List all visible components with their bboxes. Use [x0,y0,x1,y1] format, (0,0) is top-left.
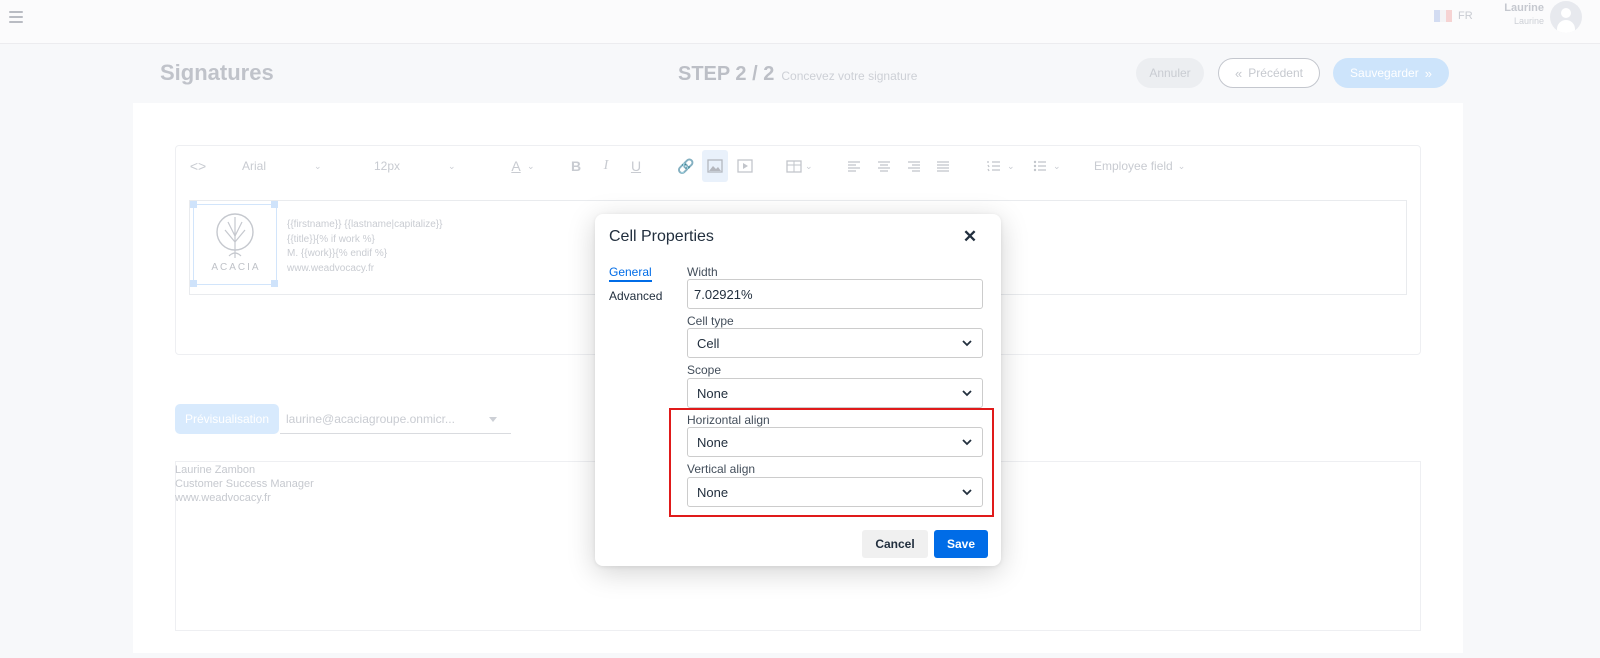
font-family-value: Arial [242,159,267,173]
align-right-icon[interactable] [901,150,927,182]
resize-handle[interactable] [190,201,197,208]
media-icon[interactable] [732,150,758,182]
preview-line: Laurine Zambon [175,464,256,476]
bullet-list-icon[interactable] [1027,150,1053,182]
preview-email-value: laurine@acaciagroupe.onmicr... [286,411,455,426]
align-center-icon[interactable] [871,150,897,182]
width-label: Width [687,265,718,279]
signature-line: {{title}}{% if work %} [287,233,375,245]
language-switcher[interactable]: FR [1434,10,1473,22]
preview-button[interactable]: Prévisualisation [175,404,279,434]
dialog-cancel-label: Cancel [875,537,915,551]
page-title: Signatures [160,60,274,85]
tab-advanced[interactable]: Advanced [609,289,662,303]
save-signature-label: Sauvegarder [1350,66,1419,80]
chevron-down-icon[interactable]: ⌄ [527,150,535,182]
dialog-title: Cell Properties [609,228,714,245]
french-flag-icon [1434,10,1452,22]
editor-toolbar: <> Arial ⌄ 12px ⌄ A ⌄ B I U 🔗 ⌄ ⌄ ⌄ Empl… [175,150,1421,184]
previous-button[interactable]: « Précédent [1218,58,1320,88]
cancel-button-label: Annuler [1149,66,1191,80]
scope-select[interactable]: None [687,378,983,408]
signature-line: www.weadvocacy.fr [287,262,375,274]
logo-text: ACACIA [211,262,261,273]
cell-type-value: Cell [697,335,720,351]
font-size-value: 12px [374,159,401,173]
preview-line: www.weadvocacy.fr [175,492,271,504]
avatar[interactable] [1550,1,1582,33]
chevrons-left-icon: « [1235,65,1243,81]
resize-handle[interactable] [271,280,278,287]
chevron-down-icon[interactable]: ⌄ [1007,150,1015,182]
signature-line: {{firstname}} {{lastname|capitalize}} [287,219,443,230]
table-icon[interactable] [781,150,807,182]
cell-type-label: Cell type [687,314,734,328]
step-number: STEP 2 / 2 [678,63,775,85]
source-code-icon[interactable]: <> [185,150,211,182]
text-color-icon[interactable]: A [503,150,529,182]
chevron-down-icon[interactable]: ⌄ [805,150,813,182]
resize-handle[interactable] [190,280,197,287]
dialog-save-button[interactable]: Save [934,530,988,558]
image-icon[interactable] [702,150,728,182]
previous-button-label: Précédent [1248,66,1303,80]
employee-field-menu[interactable]: Employee field ⌄ [1094,150,1185,182]
font-size-select[interactable]: 12px ⌄ [368,150,474,182]
close-icon[interactable]: ✕ [957,224,983,250]
chevron-down-icon[interactable]: ⌄ [1053,150,1061,182]
numbered-list-icon[interactable] [981,150,1007,182]
width-value: 7.02921% [694,286,753,302]
tree-logo-icon [216,213,254,258]
link-icon[interactable]: 🔗 [673,150,699,182]
chevrons-right-icon: » [1424,65,1432,81]
signature-template-text[interactable]: {{firstname}} {{lastname|capitalize}} {{… [287,218,442,276]
font-family-select[interactable]: Arial ⌄ [236,150,342,182]
step-description: Concevez votre signature [781,69,918,83]
caret-down-icon [489,417,497,422]
align-justify-icon[interactable] [930,150,956,182]
chevron-down-icon [962,390,972,397]
user-name: Laurine [1504,2,1544,14]
save-signature-button[interactable]: Sauvegarder » [1333,58,1449,88]
tab-general[interactable]: General [609,265,652,282]
preview-text: Laurine Zambon Customer Success Manager … [175,463,314,505]
underline-icon[interactable]: U [623,150,649,182]
scope-label: Scope [687,363,722,377]
italic-icon[interactable]: I [593,150,619,182]
employee-field-label: Employee field [1094,159,1173,173]
user-menu[interactable]: Laurine Laurine [1496,2,1544,26]
user-subtitle: Laurine [1513,16,1544,26]
dialog-cancel-button[interactable]: Cancel [862,530,928,558]
scope-value: None [697,385,729,401]
chevron-down-icon: ⌄ [1177,160,1186,171]
resize-handle[interactable] [271,201,278,208]
bold-icon[interactable]: B [563,150,589,182]
highlight-box [669,408,994,517]
cell-type-select[interactable]: Cell [687,328,983,358]
width-input[interactable]: 7.02921% [687,279,983,309]
signature-line: M. {{work}}{% endif %} [287,248,388,259]
dialog-save-label: Save [946,537,976,551]
preview-button-label: Prévisualisation [184,412,270,426]
language-label: FR [1458,10,1473,22]
top-bar: FR Laurine Laurine [0,0,1600,44]
chevron-down-icon: ⌄ [448,160,456,171]
chevron-down-icon [962,340,972,347]
preview-email-select[interactable]: laurine@acaciagroupe.onmicr... [280,404,511,434]
menu-icon[interactable] [9,11,23,23]
chevron-down-icon: ⌄ [314,160,322,171]
preview-line: Customer Success Manager [175,478,314,490]
step-indicator: STEP 2 / 2 Concevez votre signature [678,63,917,86]
cancel-button[interactable]: Annuler [1136,58,1204,88]
align-left-icon[interactable] [841,150,867,182]
